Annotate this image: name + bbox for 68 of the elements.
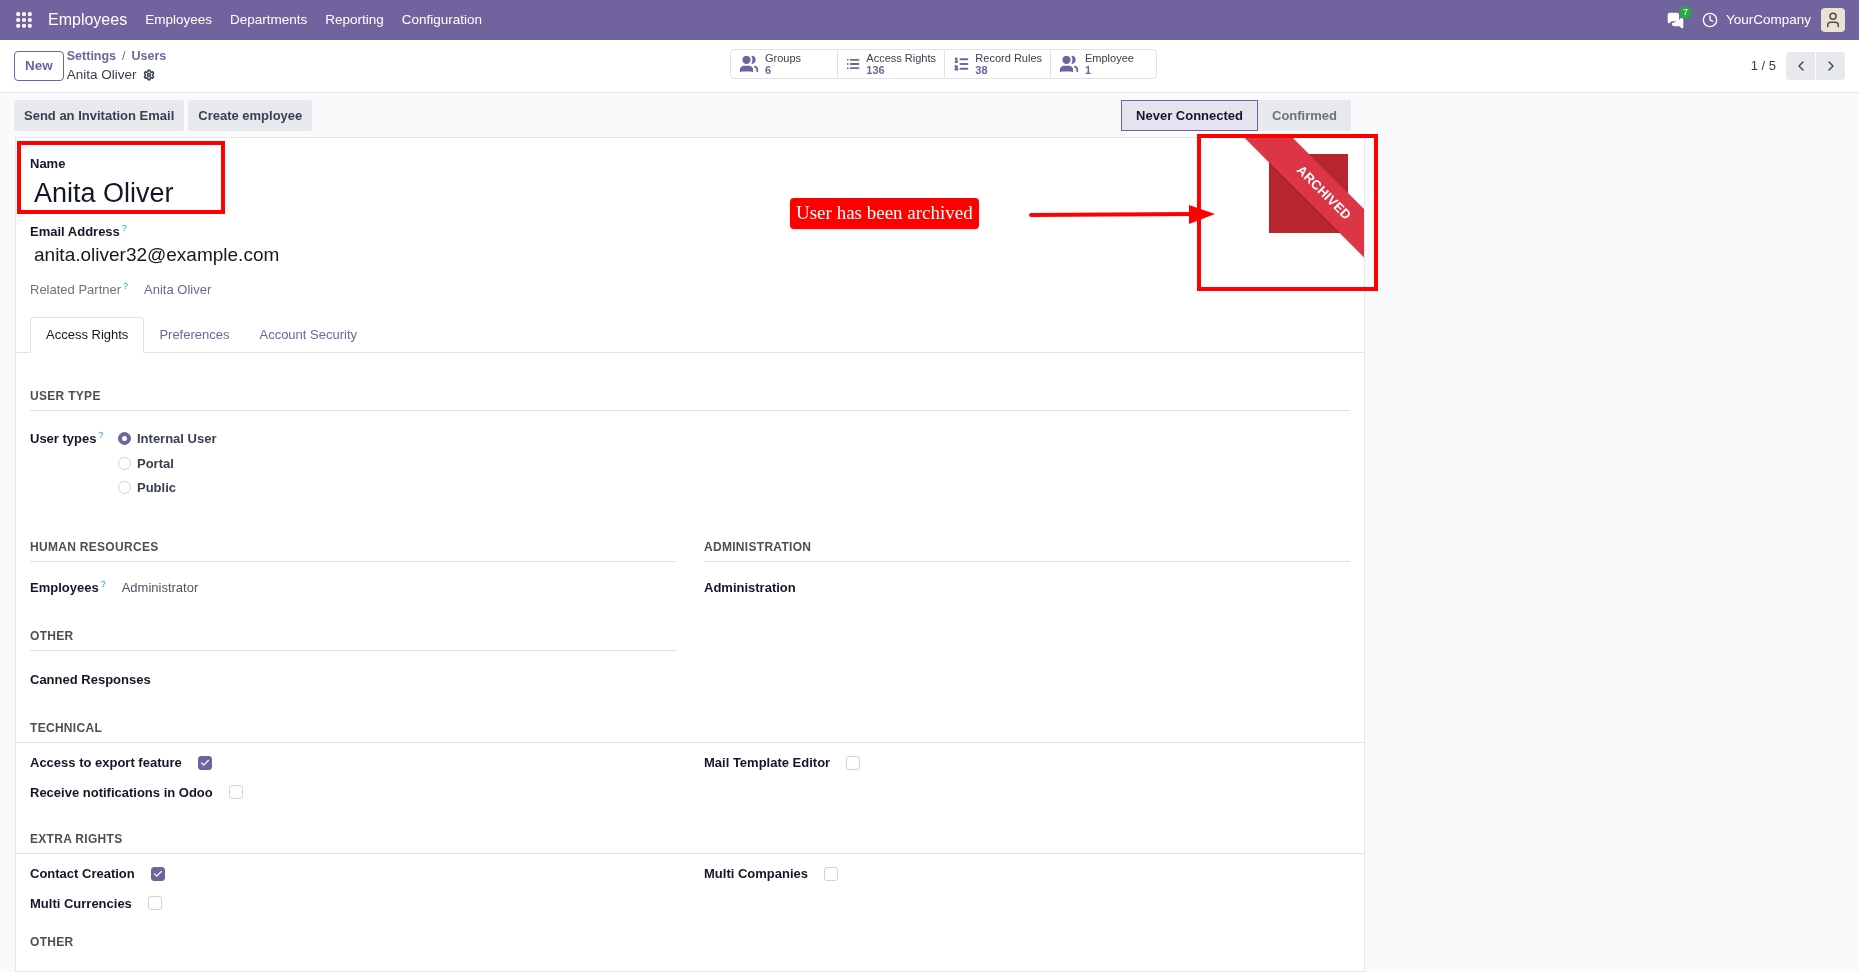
checkbox[interactable] — [197, 755, 212, 770]
section-heading: USER TYPE — [30, 389, 101, 403]
user-avatar[interactable] — [1821, 8, 1845, 32]
smart-button[interactable]: Access Rights 136 — [837, 50, 944, 78]
field-label: Multi Companies — [704, 865, 808, 883]
checkbox[interactable] — [150, 866, 165, 881]
tab[interactable]: Account Security — [244, 317, 372, 353]
field-label: Access to export feature — [30, 754, 182, 772]
pager-value[interactable]: 1 / 5 — [1750, 56, 1776, 76]
record-title: Anita Oliver — [66, 66, 137, 85]
help-mark[interactable]: ? — [121, 221, 127, 235]
radio-label: Public — [137, 479, 176, 497]
smart-button[interactable]: Groups 6 — [731, 50, 837, 78]
field-label: Email Address — [30, 222, 120, 241]
breadcrumb-link[interactable]: Settings — [66, 46, 117, 66]
settings-icon[interactable] — [142, 69, 155, 82]
breadcrumb-link[interactable]: Users — [131, 46, 167, 66]
action-button[interactable]: Send an Invitation Email — [14, 100, 185, 131]
tab[interactable]: Preferences — [144, 317, 245, 353]
message-count-badge: 7 — [1678, 5, 1692, 19]
radio-label: Internal User — [137, 430, 217, 448]
field-label: Administration — [704, 578, 796, 597]
field-label: Employees — [30, 578, 99, 597]
section-heading: ADMINISTRATION — [704, 539, 812, 554]
apps-menu-icon[interactable] — [14, 10, 34, 30]
smart-button[interactable]: Record Rules 38 — [944, 50, 1050, 78]
app-name[interactable]: Employees — [48, 8, 128, 32]
check-icon — [199, 757, 210, 768]
field-label: Name — [30, 155, 67, 173]
section-heading: OTHER — [30, 935, 74, 949]
field-label: Related Partner — [30, 280, 122, 299]
check-icon — [152, 868, 163, 879]
menu-item[interactable]: Reporting — [325, 9, 384, 31]
action-button[interactable]: Create employee — [188, 100, 313, 131]
menu-item[interactable]: Employees — [145, 9, 212, 31]
smart-button[interactable]: Employee 1 — [1050, 50, 1156, 78]
clock-icon[interactable] — [1701, 12, 1718, 28]
help-mark[interactable]: ? — [123, 279, 129, 293]
section-heading: OTHER — [30, 629, 74, 643]
section-heading: EXTRA RIGHTS — [30, 832, 123, 846]
company-name[interactable]: YourCompany — [1725, 9, 1811, 31]
field-label: Receive notifications in Odoo — [30, 783, 213, 802]
field-label: Multi Currencies — [30, 894, 132, 913]
new-button[interactable]: New — [14, 51, 64, 81]
breadcrumb-separator: / — [122, 47, 126, 65]
menu-item[interactable]: Configuration — [401, 9, 483, 31]
field-label: Mail Template Editor — [704, 754, 831, 772]
annotation-callout: User has been archived — [790, 198, 979, 229]
help-mark[interactable]: ? — [100, 577, 106, 591]
status-step[interactable]: Never Connected — [1121, 100, 1258, 131]
messages-icon[interactable] — [1666, 11, 1684, 29]
field-value: Administrator — [121, 578, 199, 597]
field-label: Canned Responses — [30, 672, 151, 687]
field-label: User types — [30, 430, 97, 448]
users-icon — [739, 54, 759, 74]
field-label: Contact Creation — [30, 865, 135, 883]
name-value: Anita Oliver — [34, 176, 175, 210]
menu-item[interactable]: Departments — [229, 9, 308, 31]
partner-link[interactable]: Anita Oliver — [144, 279, 212, 299]
radio-label: Portal — [137, 454, 174, 473]
email-value: anita.oliver32@example.com — [34, 243, 281, 267]
tab[interactable]: Access Rights — [30, 317, 145, 353]
status-step[interactable]: Confirmed — [1258, 100, 1351, 131]
users-icon — [1059, 54, 1079, 74]
help-mark[interactable]: ? — [98, 429, 104, 443]
radio-button[interactable] — [118, 432, 131, 446]
section-heading: HUMAN RESOURCES — [30, 539, 159, 554]
section-heading: TECHNICAL — [30, 721, 103, 735]
